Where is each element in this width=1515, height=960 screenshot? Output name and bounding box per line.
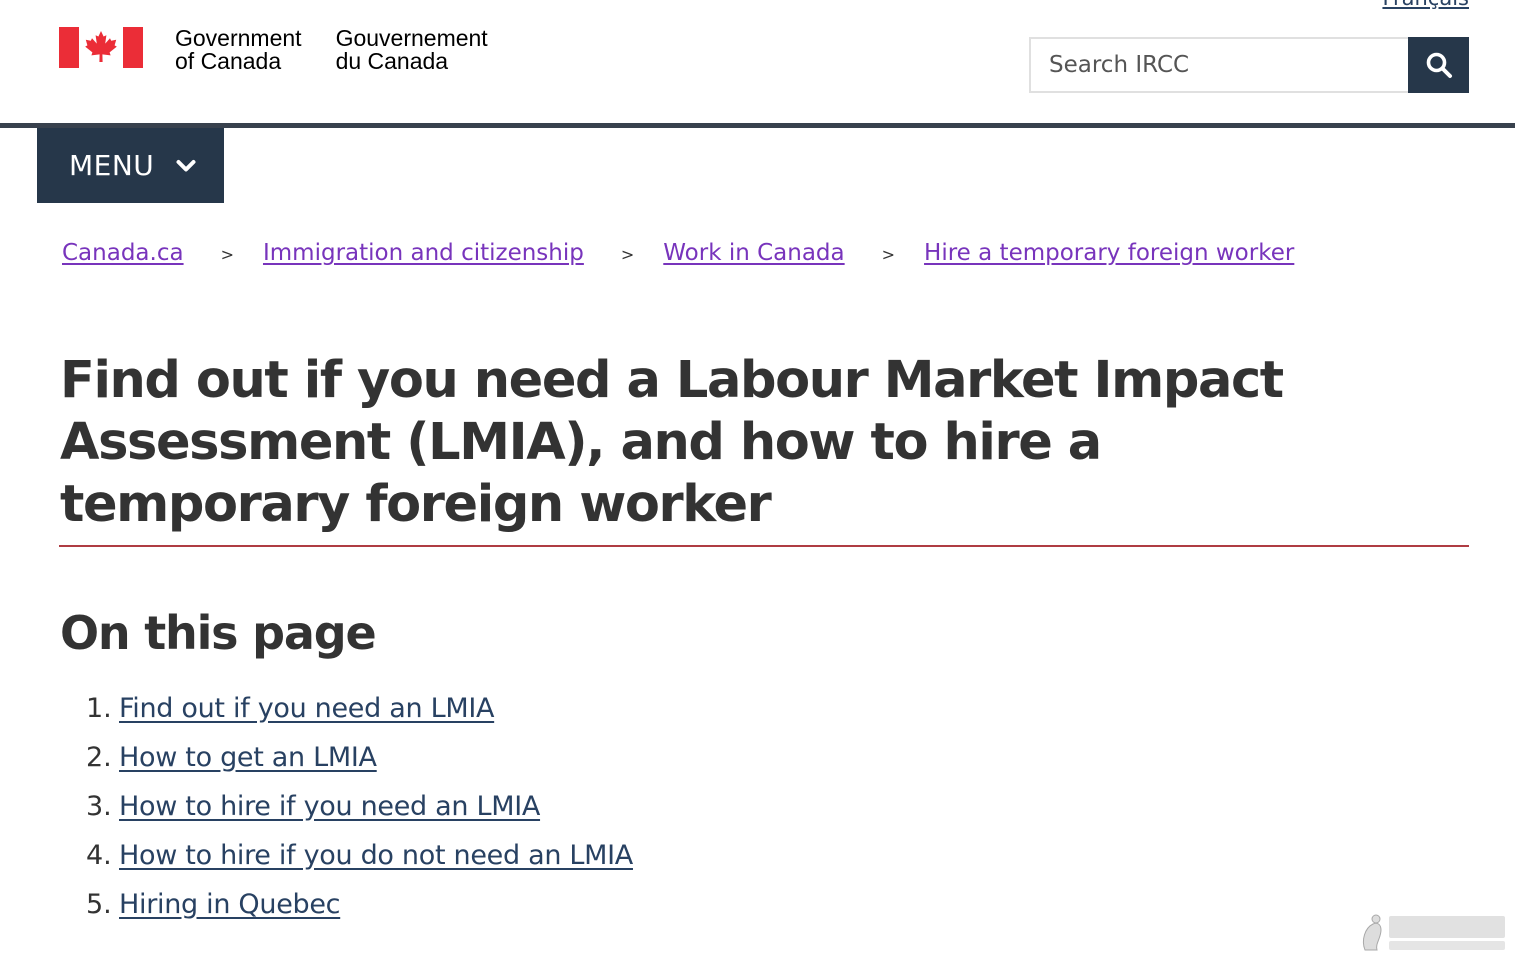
signature-fr-line1: Gouvernement	[335, 25, 488, 51]
breadcrumb-separator: >	[620, 245, 635, 264]
toc-number: 4.	[86, 839, 112, 871]
toc-item: 2. How to get an LMIA	[86, 733, 633, 782]
toc-link-hiring-quebec[interactable]: Hiring in Quebec	[119, 883, 341, 927]
government-signature[interactable]: Government of Canada Gouvernement du Can…	[59, 27, 488, 73]
on-this-page-heading: On this page	[60, 606, 377, 660]
breadcrumb: Canada.ca > Immigration and citizenship …	[62, 240, 1294, 266]
menu-label: MENU	[69, 149, 155, 182]
watermark-icon	[1362, 914, 1505, 951]
toc-item: 4. How to hire if you do not need an LMI…	[86, 831, 633, 880]
magnifier-icon	[1426, 52, 1452, 78]
signature-en-line1: Government	[175, 25, 302, 51]
signature-french: Gouvernement du Canada	[336, 27, 488, 73]
toc-item: 3. How to hire if you need an LMIA	[86, 782, 633, 831]
chevron-down-icon	[176, 159, 196, 173]
toc-link-hire-no-lmia[interactable]: How to hire if you do not need an LMIA	[119, 834, 633, 878]
toc-link-get-lmia[interactable]: How to get an LMIA	[119, 736, 377, 780]
breadcrumb-link-canada[interactable]: Canada.ca	[62, 240, 184, 266]
toc-item: 1. Find out if you need an LMIA	[86, 684, 633, 733]
breadcrumb-separator: >	[881, 245, 896, 264]
toc-number: 5.	[86, 888, 112, 920]
on-this-page-list: 1. Find out if you need an LMIA 2. How t…	[86, 684, 633, 929]
breadcrumb-link-hire-tfw[interactable]: Hire a temporary foreign worker	[924, 240, 1294, 266]
header-divider	[0, 123, 1515, 128]
page-title: Find out if you need a Labour Market Imp…	[60, 351, 1284, 534]
canada-flag-icon	[59, 27, 143, 68]
menu-button[interactable]: MENU	[37, 128, 224, 203]
signature-fr-line2: du Canada	[335, 48, 449, 74]
title-underline	[59, 545, 1469, 547]
toc-number: 3.	[86, 790, 112, 822]
breadcrumb-link-work-in-canada[interactable]: Work in Canada	[663, 240, 844, 266]
search-input[interactable]	[1029, 37, 1408, 93]
toc-link-find-out-lmia[interactable]: Find out if you need an LMIA	[119, 687, 494, 731]
search-button[interactable]	[1408, 37, 1469, 93]
search-form	[1029, 37, 1469, 93]
signature-en-line2: of Canada	[175, 48, 282, 74]
signature-english: Government of Canada	[175, 27, 302, 73]
toc-link-hire-need-lmia[interactable]: How to hire if you need an LMIA	[119, 785, 540, 829]
toc-item: 5. Hiring in Quebec	[86, 880, 633, 929]
toc-number: 1.	[86, 692, 112, 724]
breadcrumb-separator: >	[220, 245, 234, 264]
toc-number: 2.	[86, 741, 112, 773]
watermark-logo	[1359, 910, 1509, 954]
breadcrumb-link-immigration[interactable]: Immigration and citizenship	[263, 240, 584, 266]
language-toggle-link[interactable]: Français	[1382, 0, 1469, 10]
